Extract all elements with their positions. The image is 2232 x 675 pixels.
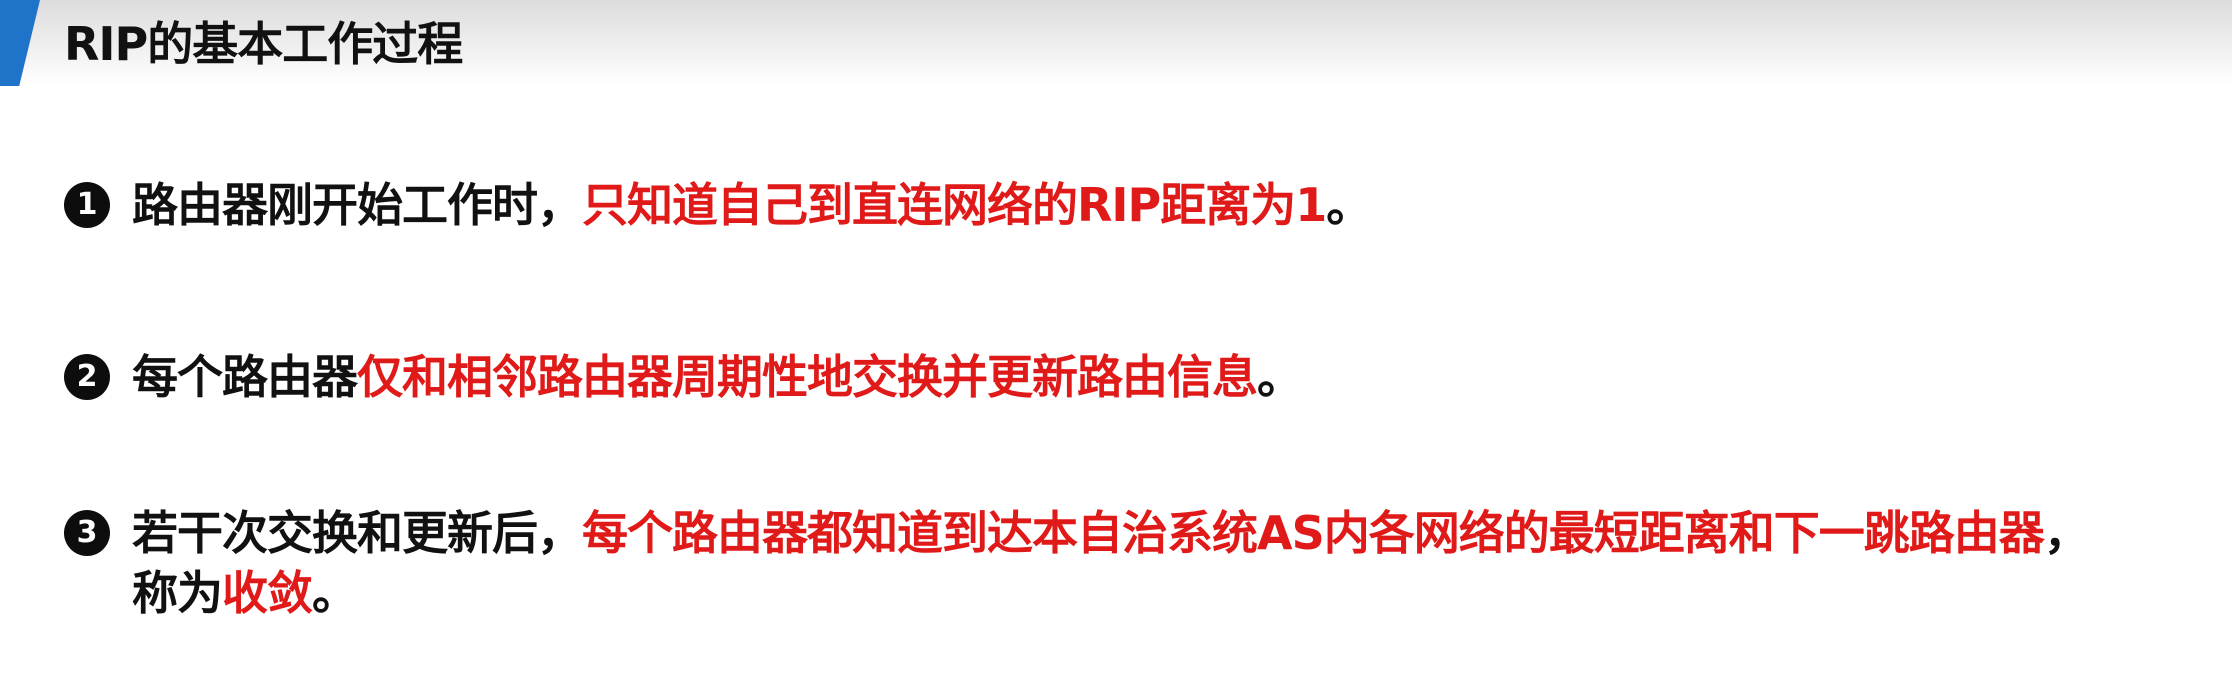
- list-item-3-highlight: 每个路由器都知道到达本自治系统AS内各网络的最短距离和下一跳路由器: [582, 506, 2045, 560]
- list-item-2-text-part-1: 每个路由器: [132, 350, 358, 404]
- list-item-3-text-part-2: ，: [2043, 506, 2090, 560]
- list-item-3-line-2-text-part-1: 称为: [132, 566, 223, 620]
- list-item-3-text-part-1: 若干次交换和更新后，: [132, 506, 583, 560]
- number-1-circle-icon: 1: [64, 182, 110, 228]
- list-item-3-line-2: 称为收敛。: [132, 564, 358, 622]
- list-item-3-line-2-text-part-2: 。: [312, 566, 358, 620]
- list-item-3-line-2-highlight: 收敛: [222, 566, 313, 620]
- list-item-1-text-part-2: 。: [1326, 178, 1372, 232]
- slide-header: RIP的基本工作过程: [0, 0, 2232, 86]
- header-accent-shape: [0, 0, 40, 86]
- list-item-1-highlight: 只知道自己到直连网络的RIP距离为1: [582, 178, 1327, 232]
- list-item-1-line-1: 路由器刚开始工作时，只知道自己到直连网络的RIP距离为1。: [132, 176, 1372, 234]
- list-item-1-text-part-1: 路由器刚开始工作时，: [132, 178, 583, 232]
- list-item-2-line-1: 每个路由器仅和相邻路由器周期性地交换并更新路由信息。: [132, 348, 1303, 406]
- list-item-2-text-part-2: 。: [1257, 350, 1303, 404]
- number-2-circle-icon: 2: [64, 354, 110, 400]
- list-item-2-highlight: 仅和相邻路由器周期性地交换并更新路由信息: [357, 350, 1258, 404]
- list-item-3-line-1: 若干次交换和更新后，每个路由器都知道到达本自治系统AS内各网络的最短距离和下一跳…: [132, 504, 2090, 562]
- number-3-circle-icon: 3: [64, 510, 110, 556]
- page-title: RIP的基本工作过程: [64, 17, 463, 71]
